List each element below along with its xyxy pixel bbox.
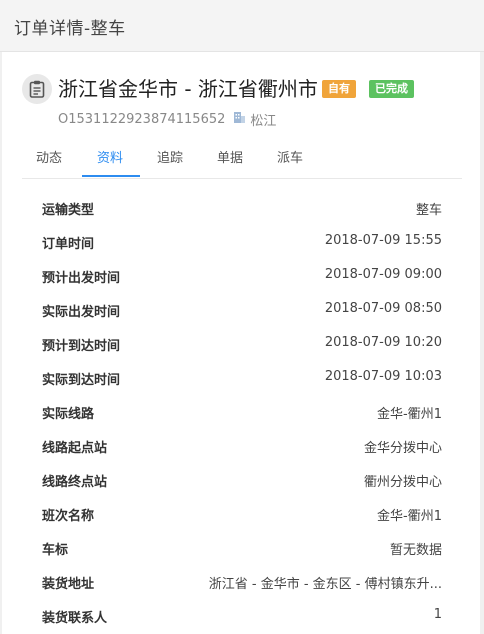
clipboard-icon [22, 74, 52, 104]
page-title: 订单详情-整车 [14, 19, 126, 39]
detail-row: 线路起点站 金华分拨中心 [22, 428, 462, 462]
detail-label: 实际线路 [42, 407, 95, 422]
detail-value: 2018-07-09 09:00 [324, 267, 442, 282]
tab-documents[interactable]: 单据 [217, 147, 243, 166]
detail-value: 2018-07-09 15:55 [324, 233, 442, 248]
detail-label: 实际到达时间 [42, 373, 121, 388]
detail-value: 金华-衢州1 [377, 407, 442, 422]
detail-row: 实际出发时间 2018-07-09 08:50 [22, 292, 462, 326]
detail-row: 实际到达时间 2018-07-09 10:03 [22, 360, 462, 394]
detail-label: 线路终点站 [42, 475, 108, 490]
tab-dispatch[interactable]: 派车 [277, 147, 303, 166]
detail-row: 装货地址 浙江省 - 金华市 - 金东区 - 傅村镇东升... [22, 564, 462, 598]
company-name: 松江 [250, 114, 277, 129]
detail-label: 装货地址 [42, 577, 95, 592]
tab-tracking[interactable]: 追踪 [157, 147, 183, 166]
tab-info[interactable]: 资料 [97, 147, 123, 166]
detail-row: 预计出发时间 2018-07-09 09:00 [22, 258, 462, 292]
detail-list: 运输类型 整车 订单时间 2018-07-09 15:55 预计出发时间 201… [22, 190, 462, 632]
detail-row: 班次名称 金华-衢州1 [22, 496, 462, 530]
detail-value: 2018-07-09 08:50 [324, 301, 442, 316]
order-meta: O1531122923874115652 松江 [58, 110, 276, 129]
detail-row: 预计到达时间 2018-07-09 10:20 [22, 326, 462, 360]
building-icon [233, 111, 246, 128]
detail-label: 运输类型 [42, 203, 95, 218]
detail-value: 浙江省 - 金华市 - 金东区 - 傅村镇东升... [208, 577, 442, 592]
detail-row: 线路终点站 衢州分拨中心 [22, 462, 462, 496]
detail-tabs: 动态 资料 追踪 单据 派车 [22, 138, 462, 179]
detail-value: 金华分拨中心 [363, 441, 442, 456]
detail-label: 预计出发时间 [42, 271, 121, 286]
detail-row: 实际线路 金华-衢州1 [22, 394, 462, 428]
detail-value: 暂无数据 [389, 543, 442, 558]
detail-label: 车标 [42, 543, 69, 558]
detail-label: 预计到达时间 [42, 339, 121, 354]
left-edge [0, 52, 2, 634]
detail-row: 装货联系人 1 [22, 598, 462, 632]
page-header: 订单详情-整车 [0, 0, 484, 52]
detail-value: 2018-07-09 10:03 [324, 369, 442, 384]
detail-label: 实际出发时间 [42, 305, 121, 320]
detail-row: 车标 暂无数据 [22, 530, 462, 564]
status-badge: 已完成 [369, 80, 414, 98]
order-number: O1531122923874115652 [58, 112, 226, 127]
active-tab-indicator [82, 175, 140, 177]
detail-label: 线路起点站 [42, 441, 108, 456]
detail-value: 1 [433, 607, 442, 622]
detail-label: 装货联系人 [42, 611, 108, 626]
detail-label: 订单时间 [42, 237, 95, 252]
detail-row: 运输类型 整车 [22, 190, 462, 224]
detail-value: 金华-衢州1 [377, 509, 442, 524]
detail-value: 整车 [415, 203, 442, 218]
detail-row: 订单时间 2018-07-09 15:55 [22, 224, 462, 258]
right-edge [480, 52, 484, 634]
tab-activity[interactable]: 动态 [36, 147, 62, 166]
own-badge: 自有 [322, 80, 356, 98]
detail-value: 衢州分拨中心 [363, 475, 442, 490]
detail-label: 班次名称 [42, 509, 95, 524]
route-title: 浙江省金华市 - 浙江省衢州市 [58, 77, 318, 101]
detail-value: 2018-07-09 10:20 [324, 335, 442, 350]
